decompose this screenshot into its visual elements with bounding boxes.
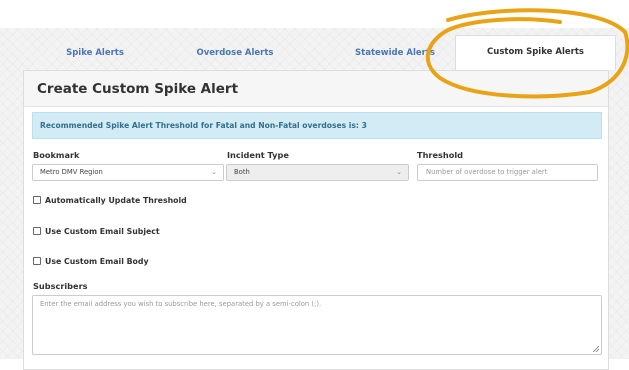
tab-spike-alerts[interactable]: Spike Alerts [35,37,155,69]
threshold-input[interactable]: Number of overdose to trigger alert [417,164,598,181]
auto-update-threshold-checkbox[interactable]: Automatically Update Threshold [33,196,187,206]
incident-type-select[interactable]: Both ⌄ [226,164,409,181]
bookmark-value: Metro DMV Region [40,168,103,176]
subscribers-textarea[interactable]: Enter the email address you wish to subs… [32,295,602,355]
resize-handle-icon[interactable] [593,346,599,352]
chevron-down-icon: ⌄ [211,168,217,176]
top-strip [0,0,629,28]
card-title: Create Custom Spike Alert [37,81,239,97]
auto-update-threshold-label: Automatically Update Threshold [45,196,187,205]
tab-overdose-alerts[interactable]: Overdose Alerts [165,37,305,69]
card-header: Create Custom Spike Alert [24,71,608,107]
alert-tabs: Spike Alerts Overdose Alerts Statewide A… [15,35,616,70]
threshold-label: Threshold [417,150,463,160]
incident-type-value: Both [234,168,250,176]
page-background: Spike Alerts Overdose Alerts Statewide A… [0,0,629,370]
tab-statewide-alerts[interactable]: Statewide Alerts [325,37,465,69]
custom-email-body-label: Use Custom Email Body [45,257,149,266]
subscribers-placeholder: Enter the email address you wish to subs… [40,300,322,308]
custom-email-body-checkbox[interactable]: Use Custom Email Body [33,257,149,267]
incident-type-label: Incident Type [227,150,289,160]
custom-email-subject-label: Use Custom Email Subject [45,227,160,236]
chevron-down-icon: ⌄ [396,168,402,176]
checkbox-box[interactable] [33,257,41,265]
bookmark-label: Bookmark [33,150,80,160]
threshold-recommendation-alert: Recommended Spike Alert Threshold for Fa… [32,112,602,139]
bookmark-select[interactable]: Metro DMV Region ⌄ [32,164,224,181]
custom-email-subject-checkbox[interactable]: Use Custom Email Subject [33,227,160,237]
checkbox-box[interactable] [33,196,41,204]
checkbox-box[interactable] [33,227,41,235]
tab-custom-spike-alerts[interactable]: Custom Spike Alerts [455,35,616,70]
subscribers-label: Subscribers [33,281,88,291]
create-alert-card: Create Custom Spike Alert Recommended Sp… [23,70,609,370]
